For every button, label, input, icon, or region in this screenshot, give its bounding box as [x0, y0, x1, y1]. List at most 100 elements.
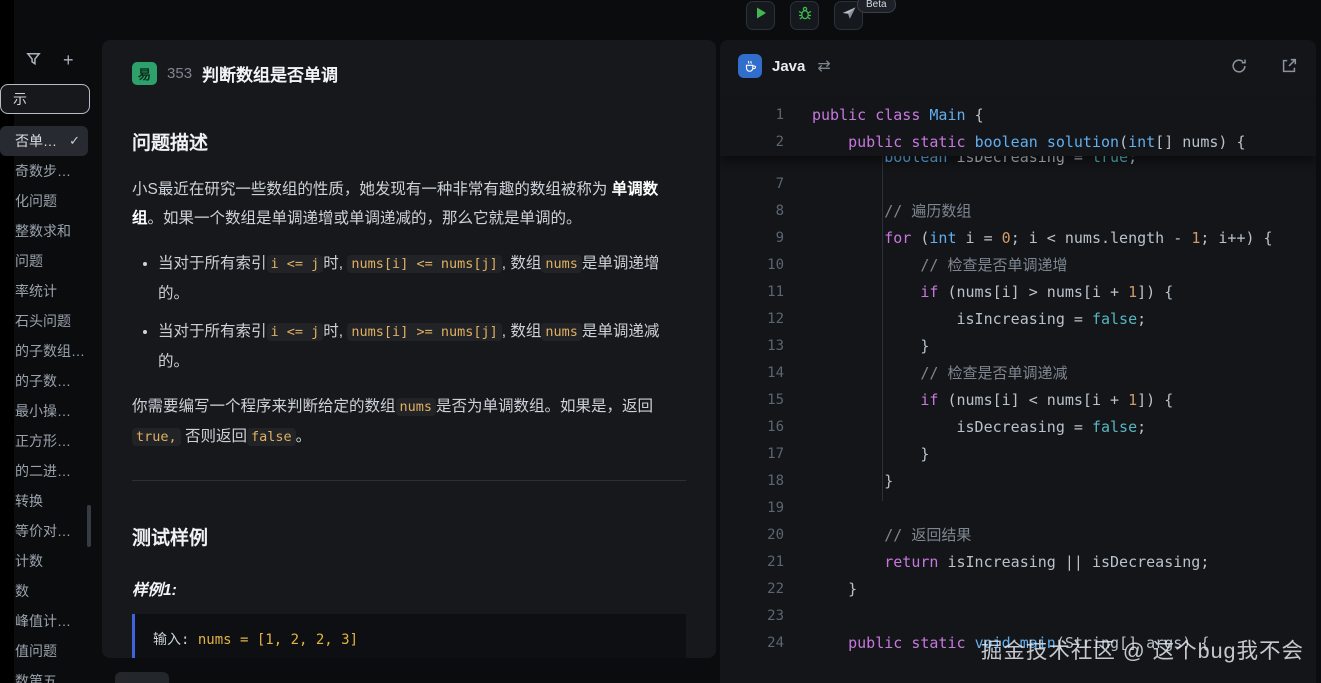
code-line[interactable]: 7 [720, 171, 1316, 198]
code-line[interactable]: 20 // 返回结果 [720, 522, 1316, 549]
line-number: 12 [720, 306, 784, 333]
reset-code-icon[interactable] [1230, 57, 1248, 75]
problem-sidebar: + 示 否单…✓奇数步…化问题整数求和问题率统计石头问题的子数组… 的子数… 最小操… [0, 0, 100, 683]
text-run: 你需要编写一个程序来判断给定的数组 [132, 398, 396, 415]
sidebar-item[interactable]: 问题 [0, 246, 88, 276]
sidebar-item-label: 率统计 [15, 281, 57, 301]
sidebar-item[interactable]: 奇数步… [0, 156, 88, 186]
line-number: 18 [720, 468, 784, 495]
code-line[interactable]: boolean isDecreasing = true; [720, 156, 1316, 171]
sidebar-item[interactable]: 值问题 [0, 636, 88, 666]
language-label: Java [772, 58, 805, 75]
text-run: 当对于所有索引 [158, 255, 267, 272]
code-text: // 返回结果 [812, 522, 971, 549]
sidebar-item-label: 等价对… [15, 521, 71, 541]
sidebar-scrollbar[interactable] [87, 505, 91, 547]
code-line[interactable]: 10 // 检查是否单调递增 [720, 252, 1316, 279]
line-number: 22 [720, 576, 784, 603]
add-problem-button[interactable]: + [63, 51, 74, 69]
sidebar-item[interactable]: 石头问题 [0, 306, 88, 336]
code-line-inner: 19 [720, 495, 1316, 522]
code-line[interactable]: 2 public static boolean solution(int[] n… [720, 129, 1316, 156]
code-area[interactable]: 1public class Main {2 public static bool… [720, 92, 1316, 657]
code-line[interactable]: 11 if (nums[i] > nums[i + 1]) { [720, 279, 1316, 306]
code-line[interactable]: 9 for (int i = 0; i < nums.length - 1; i… [720, 225, 1316, 252]
sidebar-toolbar: + [0, 0, 100, 70]
filter-icon[interactable] [25, 50, 42, 70]
inline-code: nums [541, 323, 582, 341]
app-window: Beta + 示 否单…✓奇数步…化问题整数求和问题率统计石头问题的子数组…的子… [0, 0, 1321, 683]
expand-icon[interactable] [1280, 57, 1298, 75]
check-icon: ✓ [69, 133, 80, 149]
code-line[interactable]: 17 } [720, 441, 1316, 468]
code-line[interactable]: 15 if (nums[i] < nums[i + 1]) { [720, 387, 1316, 414]
run-button[interactable] [746, 1, 775, 30]
sidebar-item[interactable]: 的子数… [0, 366, 88, 396]
sidebar-item[interactable]: 的二进… [0, 456, 88, 486]
code-line[interactable]: 12 isIncreasing = false; [720, 306, 1316, 333]
code-line-inner: 12 isIncreasing = false; [720, 306, 1316, 333]
sidebar-item[interactable]: 数 [0, 576, 88, 606]
code-line-inner: 1public class Main { [720, 102, 1316, 129]
code-line[interactable]: 14 // 检查是否单调递减 [720, 360, 1316, 387]
code-line-inner: 9 for (int i = 0; i < nums.length - 1; i… [720, 225, 1316, 252]
language-switch-icon[interactable]: ⇄ [817, 56, 830, 76]
sidebar-item[interactable]: 计数 [0, 546, 88, 576]
inline-code: i <= j [267, 323, 324, 341]
sidebar-item-label: 峰值计… [15, 611, 71, 631]
line-number: 20 [720, 522, 784, 549]
paper-plane-icon [841, 5, 857, 26]
sidebar-item[interactable]: 等价对… [0, 516, 88, 546]
code-line[interactable]: 21 return isIncreasing || isDecreasing; [720, 549, 1316, 576]
line-number: 21 [720, 549, 784, 576]
sidebar-item[interactable]: 的子数组… [0, 336, 88, 366]
sidebar-item[interactable]: 数第五 [0, 666, 88, 683]
line-number: 1 [720, 102, 784, 129]
debug-button[interactable] [790, 1, 819, 30]
sidebar-item[interactable]: 整数求和 [0, 216, 88, 246]
inline-code: false [247, 428, 296, 446]
sidebar-item[interactable]: 峰值计… [0, 606, 88, 636]
text-run: 当对于所有索引 [158, 323, 267, 340]
code-line[interactable]: 18 } [720, 468, 1316, 495]
code-line[interactable]: 8 // 遍历数组 [720, 198, 1316, 225]
code-text: } [812, 576, 857, 603]
sidebar-item-label: 的子数… [15, 371, 71, 391]
bottom-cut-panel [115, 672, 169, 683]
text-run: 小S最近在研究一些数组的性质，她发现有一种非常有趣的数组被称为 [132, 181, 612, 198]
problem-body: 问题描述 小S最近在研究一些数组的性质，她发现有一种非常有趣的数组被称为 单调数… [102, 128, 716, 658]
sample-token: nums = [1, 2, 2, 3] [198, 632, 358, 648]
code-line-inner: 14 // 检查是否单调递减 [720, 360, 1316, 387]
code-line[interactable]: 23 [720, 603, 1316, 630]
description-heading: 问题描述 [132, 128, 686, 155]
line-number: 14 [720, 360, 784, 387]
code-line[interactable]: 19 [720, 495, 1316, 522]
problem-paragraph-2: 你需要编写一个程序来判断给定的数组nums是否为单调数组。如果是，返回 true… [132, 392, 686, 452]
code-line[interactable]: 13 } [720, 333, 1316, 360]
code-line-inner: 17 } [720, 441, 1316, 468]
condition-item: 当对于所有索引i <= j时, nums[i] >= nums[j], 数组nu… [158, 317, 686, 376]
code-text: if (nums[i] < nums[i + 1]) { [812, 387, 1173, 414]
indent-guide [882, 156, 883, 501]
sidebar-item[interactable]: 率统计 [0, 276, 88, 306]
sidebar-item[interactable]: 化问题 [0, 186, 88, 216]
sidebar-item[interactable]: 最小操… [0, 396, 88, 426]
line-number: 24 [720, 630, 784, 657]
code-line[interactable]: 16 isDecreasing = false; [720, 414, 1316, 441]
sidebar-item[interactable]: 正方形… [0, 426, 88, 456]
condition-list: 当对于所有索引i <= j时, nums[i] <= nums[j], 数组nu… [132, 249, 686, 376]
code-line-inner: 15 if (nums[i] < nums[i + 1]) { [720, 387, 1316, 414]
play-icon [754, 6, 768, 25]
example-1-block: 输入: nums = [1, 2, 2, 3]输出: True [132, 614, 686, 658]
problem-id: 353 [167, 65, 192, 82]
sidebar-item-label: 转换 [15, 491, 43, 511]
sidebar-item[interactable]: 否单…✓ [0, 126, 88, 156]
sidebar-item[interactable]: 转换 [0, 486, 88, 516]
code-text: isDecreasing = false; [812, 414, 1146, 441]
sidebar-item-label: 的二进… [15, 461, 71, 481]
code-text: } [812, 441, 929, 468]
code-line[interactable]: 1public class Main { [720, 102, 1316, 129]
sidebar-filter-input[interactable]: 示 [0, 84, 90, 114]
text-run: , 数组 [502, 255, 542, 272]
code-line[interactable]: 22 } [720, 576, 1316, 603]
